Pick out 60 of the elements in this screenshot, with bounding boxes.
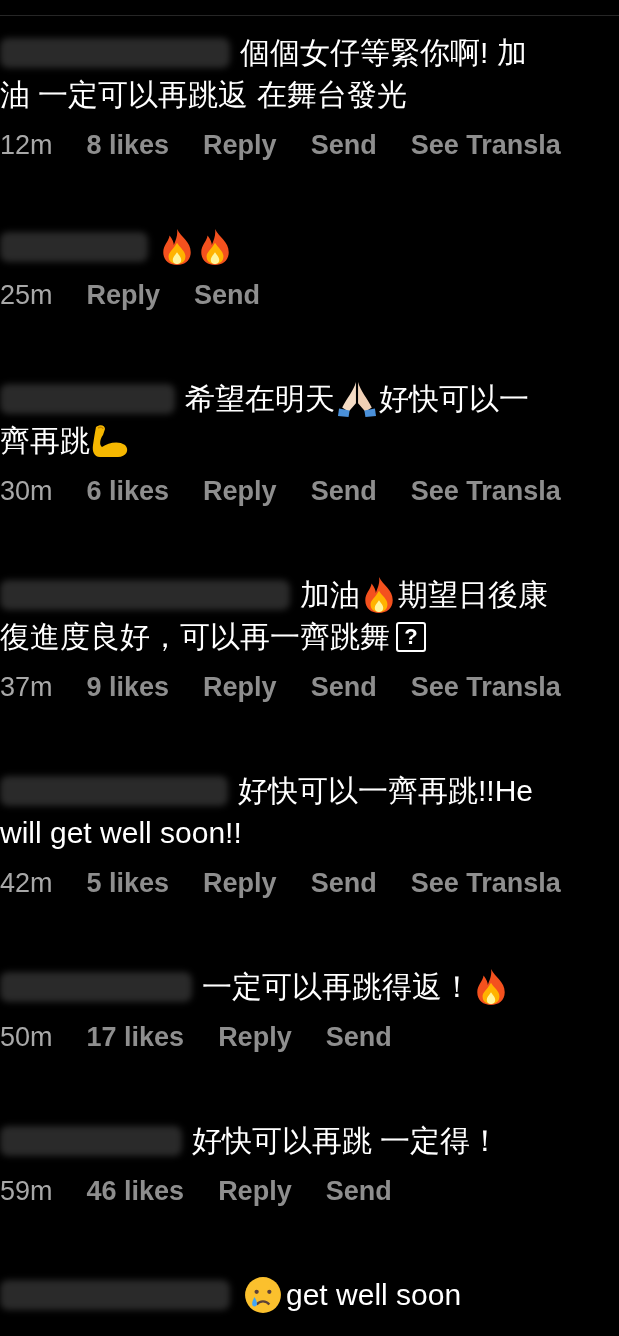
likes-count[interactable]: 5 likes bbox=[86, 866, 170, 900]
likes-count[interactable]: 8 likes bbox=[86, 128, 170, 162]
comment-time: 25m bbox=[0, 279, 53, 312]
blurred-username[interactable] bbox=[0, 232, 148, 262]
missing-glyph: ? bbox=[396, 622, 426, 652]
comment-text: 個個女仔等緊你啊! 加 bbox=[240, 35, 527, 71]
comment-text: will get well soon!! bbox=[0, 815, 242, 851]
comment-time: 30m bbox=[0, 475, 53, 508]
blurred-username[interactable] bbox=[0, 776, 228, 806]
action-link[interactable]: Reply bbox=[218, 1020, 292, 1054]
comment-text: 期望日後康 bbox=[398, 577, 548, 613]
comment-time: 12m bbox=[0, 129, 53, 162]
action-link[interactable]: Reply bbox=[203, 866, 277, 900]
comment-text: 一定可以再跳得返！ bbox=[202, 969, 472, 1005]
comment-text: 好快可以一齊再跳!!He bbox=[238, 773, 534, 809]
action-link[interactable]: Send bbox=[325, 1174, 392, 1208]
action-link[interactable]: Send bbox=[310, 128, 377, 162]
action-link[interactable]: Reply bbox=[203, 670, 277, 704]
fire-icon bbox=[198, 228, 232, 266]
blurred-username[interactable] bbox=[0, 972, 192, 1002]
comment-text: 希望在明天 bbox=[185, 381, 335, 417]
blurred-username[interactable] bbox=[0, 38, 230, 68]
blurred-username[interactable] bbox=[0, 1126, 182, 1156]
action-link[interactable]: Send bbox=[310, 866, 377, 900]
comment-time: 50m bbox=[0, 1021, 53, 1054]
action-link[interactable]: Reply bbox=[86, 278, 161, 312]
action-link[interactable]: See Transla bbox=[410, 128, 561, 162]
fire-icon bbox=[160, 228, 194, 266]
comment-time: 59m bbox=[0, 1175, 53, 1208]
action-link[interactable]: Send bbox=[325, 1020, 392, 1054]
action-link[interactable]: See Transla bbox=[410, 670, 561, 704]
crying-face-icon bbox=[244, 1276, 282, 1314]
comment-time: 37m bbox=[0, 671, 53, 704]
action-link[interactable]: Reply bbox=[203, 474, 277, 508]
fire-icon bbox=[362, 576, 396, 614]
comment-text: 好快可以再跳 一定得！ bbox=[192, 1123, 501, 1159]
likes-count[interactable]: 9 likes bbox=[86, 670, 170, 704]
likes-count[interactable]: 46 likes bbox=[86, 1174, 185, 1208]
action-link[interactable]: Send bbox=[194, 278, 261, 312]
action-link[interactable]: See Transla bbox=[410, 474, 561, 508]
action-link[interactable]: Send bbox=[310, 670, 377, 704]
likes-count[interactable]: 6 likes bbox=[86, 474, 170, 508]
comment-text: 齊再跳 bbox=[0, 423, 90, 459]
comment-text: 加油 bbox=[300, 577, 360, 613]
comment-text: get well soon bbox=[286, 1277, 462, 1313]
praying-hands-icon bbox=[335, 380, 379, 418]
action-link[interactable]: Reply bbox=[218, 1174, 292, 1208]
fire-icon bbox=[474, 968, 508, 1006]
likes-count[interactable]: 17 likes bbox=[86, 1020, 185, 1054]
comment-text: 好快可以一 bbox=[379, 381, 529, 417]
action-link[interactable]: Send bbox=[310, 474, 377, 508]
action-link[interactable]: See Transla bbox=[410, 866, 561, 900]
comment-text: 油 一定可以再跳返 在舞台發光 bbox=[0, 77, 407, 113]
action-link[interactable]: Reply bbox=[203, 128, 277, 162]
flexed-arm-icon bbox=[90, 423, 130, 459]
comment-time: 42m bbox=[0, 867, 53, 900]
comment-text: 復進度良好，可以再一齊跳舞 bbox=[0, 619, 390, 655]
blurred-username[interactable] bbox=[0, 580, 290, 610]
blurred-username[interactable] bbox=[0, 384, 175, 414]
blurred-username[interactable] bbox=[0, 1280, 230, 1310]
